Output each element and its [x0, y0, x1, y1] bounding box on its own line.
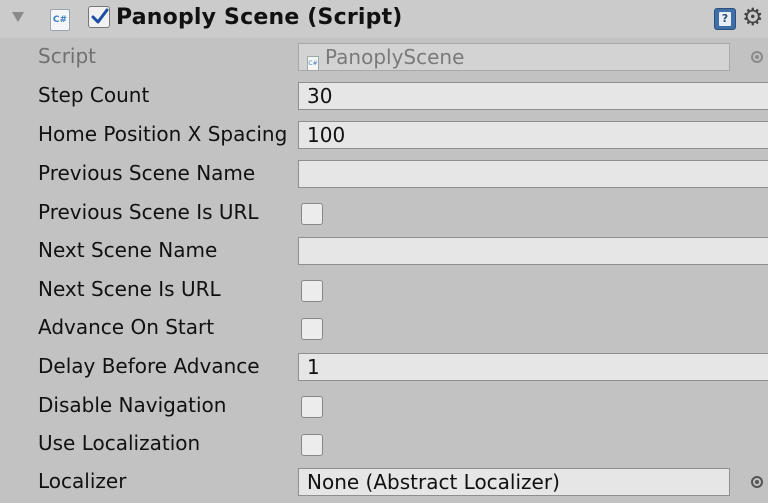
- object-picker-icon[interactable]: [751, 476, 763, 488]
- next-scene-name-input[interactable]: [298, 237, 768, 265]
- row-use-localization: Use Localization: [0, 425, 768, 463]
- previous-scene-name-label: Previous Scene Name: [38, 161, 256, 185]
- row-localizer: Localizer None (Abstract Localizer): [0, 463, 768, 501]
- foldout-arrow-icon[interactable]: [12, 12, 24, 22]
- previous-scene-name-input[interactable]: [298, 160, 768, 188]
- row-step-count: Step Count 30: [0, 77, 768, 115]
- previous-scene-is-url-checkbox[interactable]: [301, 203, 323, 225]
- row-script: Script C# PanoplyScene: [0, 38, 768, 76]
- row-home-position-x-spacing: Home Position X Spacing 100: [0, 116, 768, 154]
- row-disable-navigation: Disable Navigation: [0, 387, 768, 425]
- use-localization-label: Use Localization: [38, 431, 201, 455]
- next-scene-name-label: Next Scene Name: [38, 238, 218, 262]
- advance-on-start-label: Advance On Start: [38, 315, 215, 339]
- disable-navigation-label: Disable Navigation: [38, 393, 227, 417]
- localizer-object-field[interactable]: None (Abstract Localizer): [298, 468, 730, 496]
- row-next-scene-is-url: Next Scene Is URL: [0, 271, 768, 309]
- use-localization-checkbox[interactable]: [301, 434, 323, 456]
- object-picker-icon: [751, 51, 763, 63]
- home-position-x-spacing-input[interactable]: 100: [298, 121, 768, 149]
- row-next-scene-name: Next Scene Name: [0, 232, 768, 270]
- row-previous-scene-name: Previous Scene Name: [0, 155, 768, 193]
- row-previous-scene-is-url: Previous Scene Is URL: [0, 194, 768, 232]
- script-label: Script: [38, 44, 97, 68]
- checkmark-icon: [91, 8, 109, 24]
- component-title: Panoply Scene (Script): [116, 5, 403, 30]
- step-count-input[interactable]: 30: [298, 82, 768, 110]
- delay-before-advance-label: Delay Before Advance: [38, 354, 260, 378]
- delay-before-advance-input[interactable]: 1: [298, 353, 768, 381]
- script-field: C# PanoplyScene: [298, 43, 730, 71]
- step-count-label: Step Count: [38, 83, 150, 107]
- gear-icon[interactable]: ⚙: [742, 4, 764, 30]
- help-book-icon[interactable]: ?: [714, 8, 736, 30]
- component-header[interactable]: C# Panoply Scene (Script) ? ⚙: [0, 0, 768, 38]
- component-enabled-checkbox[interactable]: [88, 6, 110, 28]
- home-position-x-spacing-label: Home Position X Spacing: [38, 122, 288, 146]
- script-file-icon: C#: [307, 56, 319, 70]
- next-scene-is-url-checkbox[interactable]: [301, 280, 323, 302]
- row-advance-on-start: Advance On Start: [0, 309, 768, 347]
- csharp-script-icon: C#: [50, 9, 70, 31]
- localizer-label: Localizer: [38, 469, 127, 493]
- previous-scene-is-url-label: Previous Scene Is URL: [38, 200, 259, 224]
- next-scene-is-url-label: Next Scene Is URL: [38, 277, 221, 301]
- row-delay-before-advance: Delay Before Advance 1: [0, 348, 768, 386]
- inspector-panel: C# Panoply Scene (Script) ? ⚙ Script C# P…: [0, 0, 768, 503]
- advance-on-start-checkbox[interactable]: [301, 318, 323, 340]
- disable-navigation-checkbox[interactable]: [301, 396, 323, 418]
- script-value: PanoplyScene: [325, 45, 465, 69]
